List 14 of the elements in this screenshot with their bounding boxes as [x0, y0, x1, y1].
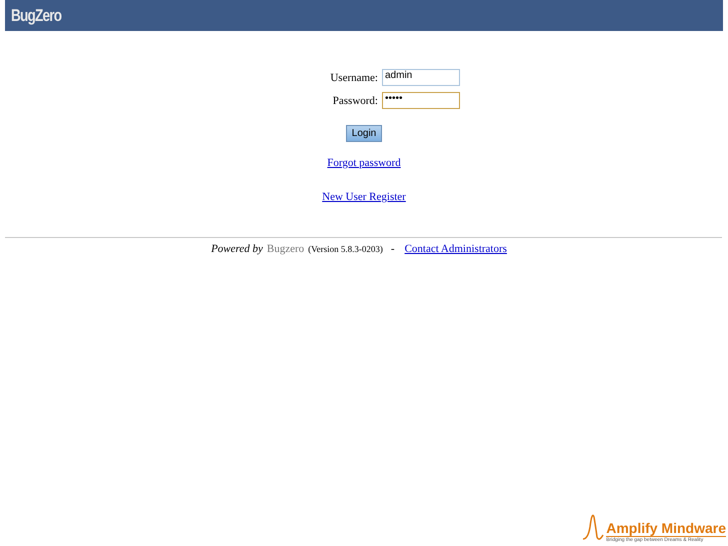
- register-link[interactable]: New User Register: [322, 191, 406, 203]
- version-text: (Version 5.8.3-0203): [308, 244, 383, 254]
- separator-text: -: [390, 243, 395, 255]
- powered-by-text: Powered by: [211, 243, 263, 255]
- username-field[interactable]: admin: [382, 69, 460, 86]
- forgot-password-link[interactable]: Forgot password: [327, 157, 401, 169]
- app-logo: BugZero: [11, 6, 62, 26]
- field-label: Username:: [329, 72, 378, 84]
- password-field[interactable]: •••••: [382, 92, 460, 109]
- product-name: Bugzero: [266, 243, 304, 255]
- login-button[interactable]: Login: [346, 125, 382, 142]
- contact-link[interactable]: Contact Administrators: [404, 243, 507, 255]
- company-logo-text: Amplify Mindware: [606, 520, 726, 537]
- field-label: Password:: [332, 94, 378, 106]
